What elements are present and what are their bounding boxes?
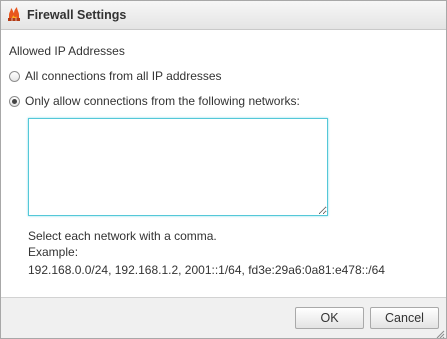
section-label: Allowed IP Addresses	[9, 44, 125, 58]
radio-all-connections-label[interactable]: All connections from all IP addresses	[25, 69, 222, 83]
radio-specific-networks-label[interactable]: Only allow connections from the followin…	[25, 94, 300, 108]
title-bar[interactable]: Firewall Settings	[1, 1, 446, 30]
dialog-title: Firewall Settings	[27, 8, 127, 22]
radio-all-connections-circle[interactable]	[9, 70, 20, 82]
resize-grip-icon[interactable]	[435, 328, 445, 338]
networks-textarea[interactable]	[28, 118, 328, 216]
firewall-icon	[6, 6, 22, 22]
radio-all-connections[interactable]: All connections from all IP addresses	[9, 68, 222, 84]
hint-text: Select each network with a comma.	[28, 229, 217, 243]
radio-specific-networks[interactable]: Only allow connections from the followin…	[9, 93, 300, 109]
radio-specific-networks-circle[interactable]	[9, 95, 20, 107]
ok-button[interactable]: OK	[295, 307, 364, 329]
example-networks: 192.168.0.0/24, 192.168.1.2, 2001::1/64,…	[28, 263, 385, 277]
example-label: Example:	[28, 245, 79, 259]
dialog-footer: OK Cancel	[1, 297, 446, 338]
firewall-settings-dialog: Firewall Settings Allowed IP Addresses A…	[0, 0, 447, 339]
cancel-button[interactable]: Cancel	[370, 307, 439, 329]
